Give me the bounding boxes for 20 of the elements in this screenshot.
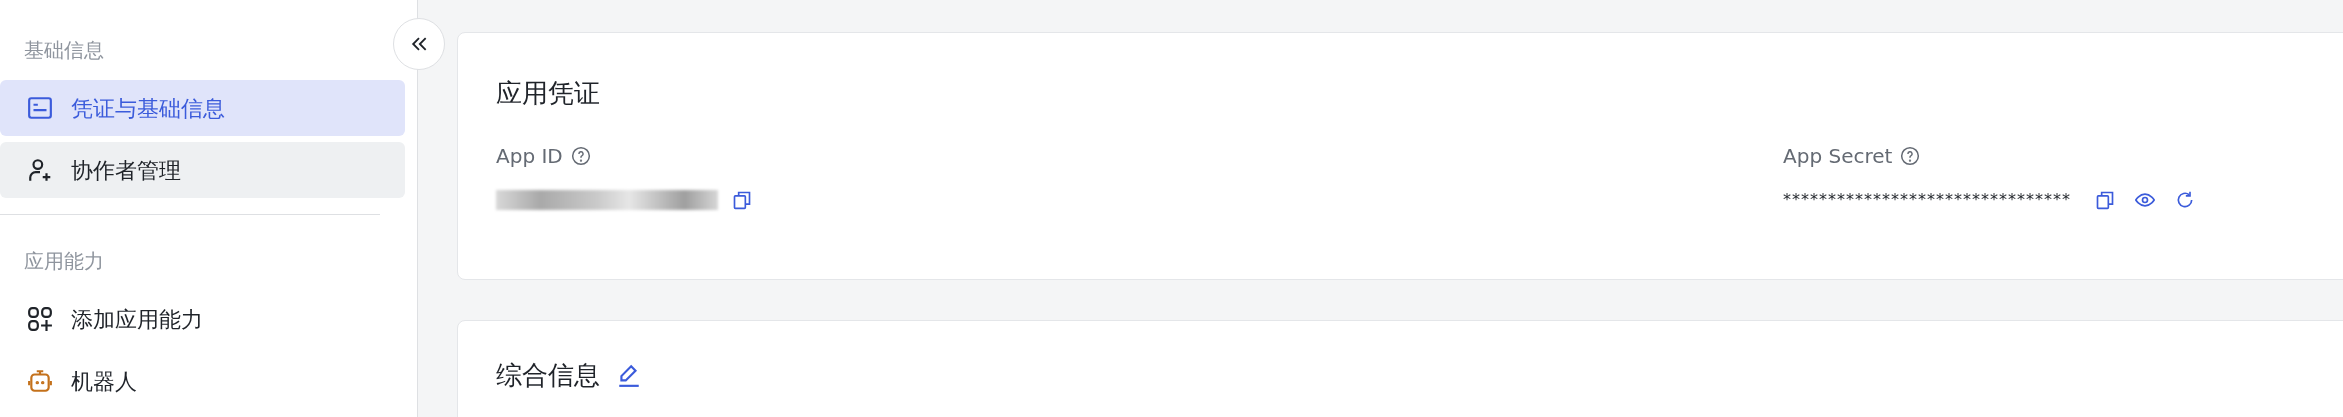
section-title: 基础信息 — [23, 37, 105, 64]
section-title: 应用能力 — [23, 248, 105, 275]
copy-icon[interactable] — [732, 190, 752, 210]
card-title: 应用凭证 — [496, 77, 601, 110]
card-title: 综合信息 — [496, 359, 600, 392]
help-icon[interactable] — [1900, 146, 1921, 166]
sidebar-item[interactable]: 凭证与基础信息 — [0, 80, 405, 136]
masked-secret: ******************************** — [1783, 189, 2071, 211]
eye-icon[interactable] — [2135, 190, 2155, 210]
field-label: App ID — [496, 143, 563, 170]
help-icon[interactable] — [570, 146, 591, 166]
sidebar-item[interactable]: 协作者管理 — [0, 142, 405, 198]
card-icon — [27, 95, 53, 121]
refresh-icon[interactable] — [2175, 190, 2195, 210]
field-label: App Secret — [1783, 143, 1893, 170]
edit-icon[interactable] — [616, 362, 642, 388]
robot-icon — [27, 368, 53, 394]
apps-add-icon — [27, 306, 53, 332]
copy-icon[interactable] — [2095, 190, 2115, 210]
user-add-icon — [27, 157, 53, 183]
